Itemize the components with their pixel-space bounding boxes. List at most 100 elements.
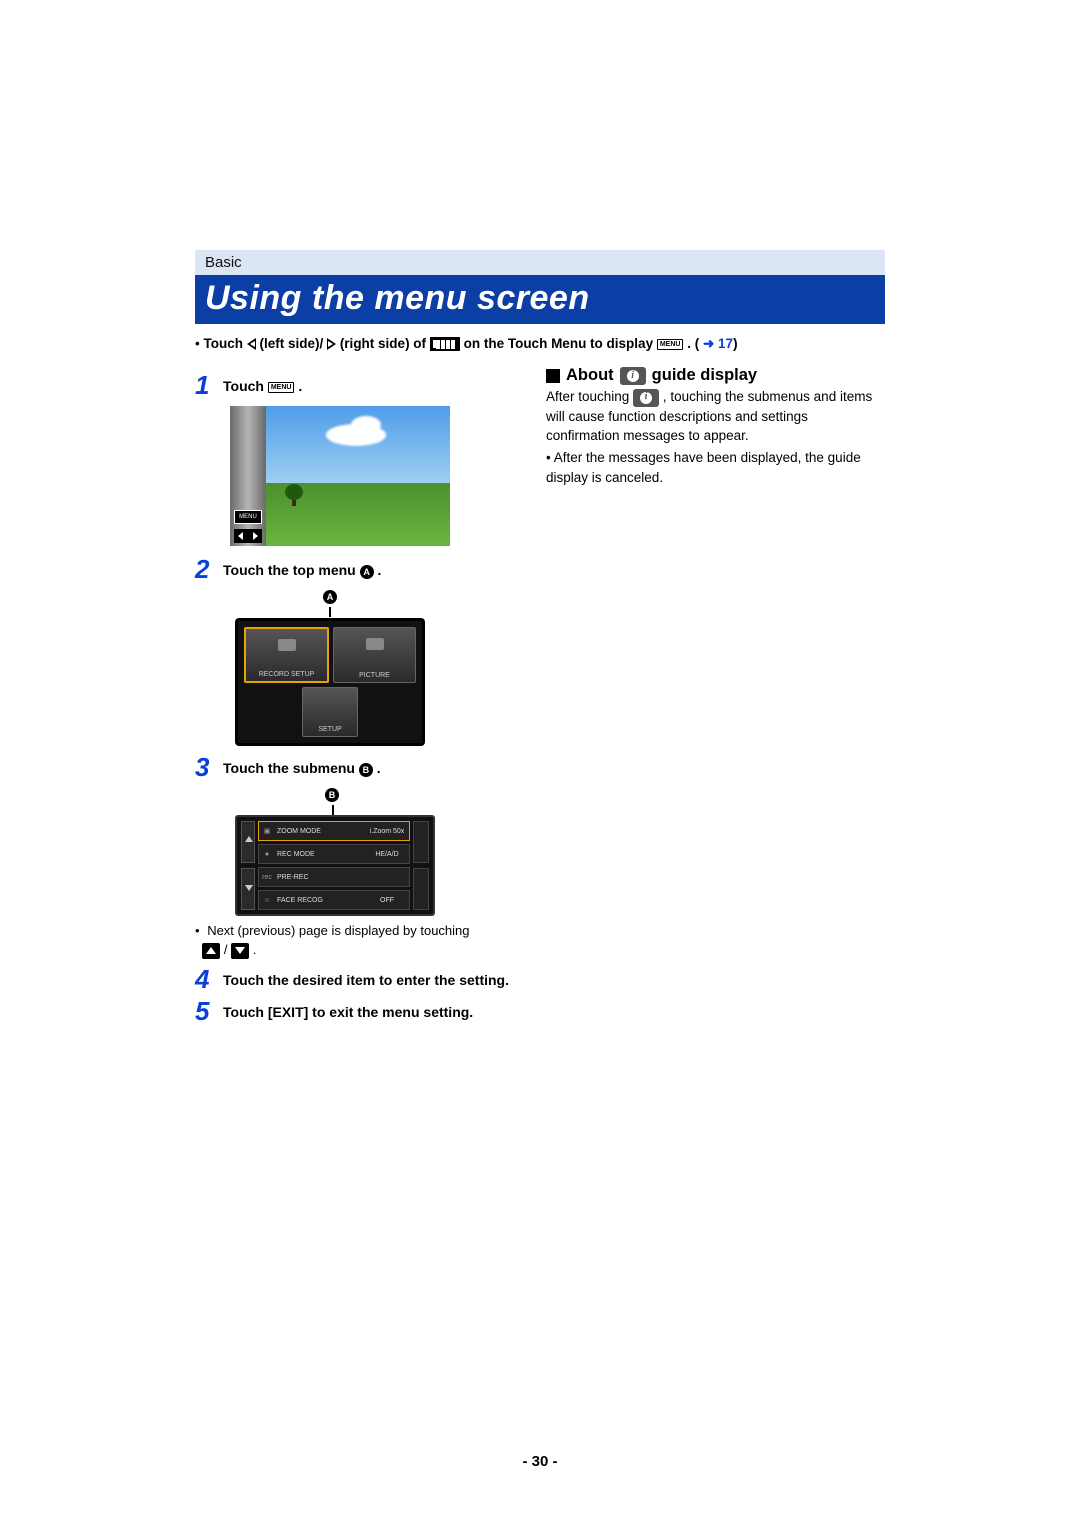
- illustration-submenu: B ▣ ZOOM MODE i.Zoom 50x: [235, 786, 435, 916]
- step-5: 5 Touch [EXIT] to exit the menu setting.: [195, 996, 534, 1024]
- intro-text: . (: [687, 336, 699, 351]
- step-text: Touch the submenu B .: [223, 752, 381, 776]
- step-text: Touch [EXIT] to exit the menu setting.: [223, 996, 473, 1020]
- pointer-a: A: [235, 588, 425, 606]
- content-columns: 1 Touch MENU . MENU: [195, 366, 885, 1024]
- note-text: .: [253, 942, 257, 957]
- page-ref-link[interactable]: ➜ 17: [703, 336, 733, 351]
- heading-text: guide display: [652, 366, 757, 385]
- intro-text: (left side)/: [260, 336, 324, 351]
- step-number: 5: [195, 996, 223, 1024]
- intro-text: (right side) of: [340, 336, 430, 351]
- step-number: 3: [195, 752, 223, 780]
- pointer-b: B: [325, 786, 435, 804]
- label-b-icon: B: [325, 788, 339, 802]
- arrow-down-key-icon: [231, 943, 249, 959]
- item-icon: ▣: [259, 827, 275, 835]
- square-bullet-icon: [546, 369, 560, 383]
- card-label: SETUP: [318, 726, 341, 733]
- illus-sidebar: MENU: [230, 406, 266, 546]
- menu-card: RECORD SETUP: [244, 627, 329, 683]
- touch-menu-icon: [430, 337, 460, 351]
- about-heading: About guide display: [546, 366, 885, 385]
- step-number: 4: [195, 964, 223, 992]
- title-bar: Using the menu screen: [195, 275, 885, 324]
- item-label: REC MODE: [275, 851, 365, 858]
- illus-exit-button: [413, 821, 429, 863]
- page-title: Using the menu screen: [205, 279, 875, 318]
- step-2: 2 Touch the top menu A .: [195, 554, 534, 582]
- manual-page: Basic Using the menu screen • Touch (lef…: [0, 0, 1080, 1526]
- menu-chip-icon: MENU: [657, 339, 684, 350]
- page-note: • Next (previous) page is displayed by t…: [195, 922, 534, 960]
- bullet-icon: •: [195, 336, 200, 351]
- step-text-part: Touch the submenu: [223, 760, 359, 776]
- info-icon: [633, 389, 659, 407]
- note-text: /: [224, 942, 228, 957]
- item-label: PRE-REC: [275, 874, 365, 881]
- step-text-part: .: [378, 562, 382, 578]
- step-text-part: .: [377, 760, 381, 776]
- item-value: HE/A/D: [365, 851, 409, 858]
- bullet-icon: •: [195, 923, 200, 938]
- menu-chip-icon: MENU: [268, 382, 295, 393]
- section-label: Basic: [205, 254, 242, 271]
- step-text-part: .: [298, 378, 302, 394]
- submenu-item: ● REC MODE HE/A/D: [258, 844, 410, 864]
- paragraph-text: After the messages have been displayed, …: [546, 450, 861, 485]
- illus-return-button: [413, 868, 429, 910]
- submenu-item: ▣ ZOOM MODE i.Zoom 50x: [258, 821, 410, 841]
- arrow-up-icon: [241, 821, 255, 863]
- triangle-right-icon: [327, 338, 336, 350]
- illus-screen: ▣ ZOOM MODE i.Zoom 50x ● REC MODE HE/A/D…: [235, 815, 435, 916]
- item-icon: ☺: [259, 897, 275, 904]
- label-b-icon: B: [359, 763, 373, 777]
- about-paragraph: After touching , touching the submenus a…: [546, 387, 885, 446]
- paragraph-text: After touching: [546, 389, 633, 404]
- item-value: i.Zoom 50x: [365, 828, 409, 835]
- illus-screen: RECORD SETUP PICTURE SETUP: [235, 618, 425, 746]
- intro-text: ): [733, 336, 738, 351]
- step-text-part: Touch the top menu: [223, 562, 360, 578]
- item-value: OFF: [365, 897, 409, 904]
- note-text: Next (previous) page is displayed by tou…: [207, 923, 469, 938]
- intro-text: on the Touch Menu to display: [464, 336, 657, 351]
- illus-menu-button: MENU: [234, 510, 262, 524]
- item-label: FACE RECOG: [275, 897, 365, 904]
- triangle-left-icon: [247, 338, 256, 350]
- label-a-icon: A: [323, 590, 337, 604]
- item-label: ZOOM MODE: [275, 828, 365, 835]
- illustration-top-menu: A RECORD SETUP PICTURE SETUP: [235, 588, 425, 746]
- submenu-item: ☺ FACE RECOG OFF: [258, 890, 410, 910]
- step-3: 3 Touch the submenu B .: [195, 752, 534, 780]
- heading-text: About: [566, 366, 614, 385]
- intro-line: • Touch (left side)/ (right side) of on …: [195, 334, 885, 354]
- menu-card: PICTURE: [333, 627, 416, 683]
- step-text: Touch the top menu A .: [223, 554, 381, 578]
- step-1: 1 Touch MENU .: [195, 370, 534, 398]
- item-icon: rec: [259, 874, 275, 881]
- arrow-down-icon: [241, 868, 255, 910]
- intro-text: Touch: [204, 336, 247, 351]
- submenu-list: ▣ ZOOM MODE i.Zoom 50x ● REC MODE HE/A/D…: [258, 821, 410, 910]
- left-column: 1 Touch MENU . MENU: [195, 366, 534, 1024]
- info-icon: [620, 367, 646, 385]
- arrow-up-key-icon: [202, 943, 220, 959]
- step-number: 2: [195, 554, 223, 582]
- about-note: • After the messages have been displayed…: [546, 448, 885, 487]
- step-text: Touch the desired item to enter the sett…: [223, 964, 509, 988]
- illus-scene: [266, 406, 450, 546]
- page-number: - 30 -: [0, 1453, 1080, 1470]
- bullet-icon: •: [546, 450, 551, 465]
- item-icon: ●: [259, 851, 275, 858]
- step-text: Touch MENU .: [223, 370, 302, 394]
- menu-card: SETUP: [302, 687, 358, 737]
- step-text-part: Touch: [223, 378, 268, 394]
- card-label: RECORD SETUP: [259, 671, 315, 678]
- submenu-item: rec PRE-REC: [258, 867, 410, 887]
- step-4: 4 Touch the desired item to enter the se…: [195, 964, 534, 992]
- right-column: About guide display After touching , tou…: [546, 366, 885, 1024]
- label-a-icon: A: [360, 565, 374, 579]
- illustration-touch-menu: MENU: [230, 406, 450, 546]
- illus-nav-arrows: [234, 529, 262, 543]
